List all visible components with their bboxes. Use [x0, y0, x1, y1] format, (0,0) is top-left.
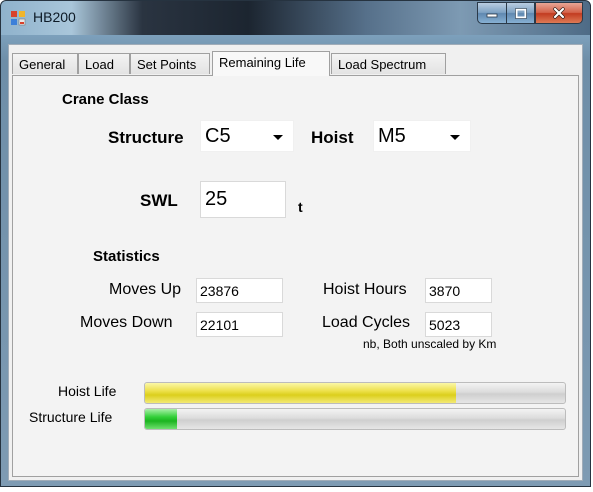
swl-unit: t	[298, 199, 303, 215]
tab-load-spectrum[interactable]: Load Spectrum	[331, 53, 446, 74]
window-title: HB200	[33, 9, 76, 25]
moves-down-field: 22101	[196, 312, 283, 337]
tab-label: Set Points	[137, 57, 197, 72]
close-icon	[553, 7, 565, 19]
swl-label: SWL	[140, 191, 178, 210]
crane-class-heading: Crane Class	[62, 91, 149, 108]
window-controls	[477, 2, 583, 24]
load-cycles-label: Load Cycles	[322, 314, 411, 331]
close-button[interactable]	[535, 2, 583, 24]
swl-value: 25	[205, 188, 228, 210]
hoist-label: Hoist	[311, 128, 354, 147]
tab-load[interactable]: Load	[78, 53, 130, 74]
hoist-life-fill	[145, 383, 456, 403]
hoist-hours-label: Hoist Hours	[323, 281, 407, 298]
tab-label: Load	[85, 57, 114, 72]
moves-up-field: 23876	[196, 278, 283, 303]
app-icon	[11, 11, 26, 26]
swl-input[interactable]: 25	[200, 181, 286, 218]
tab-general[interactable]: General	[12, 53, 78, 74]
moves-down-label: Moves Down	[80, 314, 173, 331]
chevron-down-icon	[450, 135, 460, 140]
hoist-life-label: Hoist Life	[58, 383, 117, 399]
tab-label: General	[19, 57, 66, 72]
structure-life-fill	[145, 409, 177, 429]
client-area: General Load Set Points Remaining Life L…	[8, 44, 583, 481]
statistics-note: nb, Both unscaled by Km	[363, 337, 497, 351]
tab-set-points[interactable]: Set Points	[130, 53, 210, 74]
statistics-heading: Statistics	[93, 248, 160, 265]
tab-strip: General Load Set Points Remaining Life L…	[12, 51, 579, 76]
minimize-icon	[486, 13, 498, 18]
minimize-button[interactable]	[477, 2, 506, 24]
load-cycles-field: 5023	[425, 312, 492, 337]
structure-class-select[interactable]: C5	[200, 120, 294, 152]
hoist-hours-value: 3870	[429, 283, 461, 299]
hoist-life-progress-bar	[144, 382, 566, 404]
moves-up-label: Moves Up	[109, 281, 182, 298]
tab-remaining-life[interactable]: Remaining Life	[212, 51, 330, 76]
tab-label: Remaining Life	[219, 55, 306, 70]
tab-label: Load Spectrum	[338, 57, 427, 72]
structure-life-label: Structure Life	[29, 409, 113, 425]
structure-label: Structure	[108, 128, 184, 147]
chevron-down-icon	[273, 135, 283, 140]
maximize-icon	[514, 7, 527, 19]
hoist-class-value: M5	[378, 125, 406, 147]
app-window: HB200 General Load Set Points Remaining …	[0, 0, 591, 487]
title-bar[interactable]: HB200	[1, 1, 590, 35]
structure-class-value: C5	[205, 125, 231, 147]
hoist-hours-field: 3870	[425, 278, 492, 303]
remaining-life-panel: Crane Class Structure C5 Hoist M5 SWL 25…	[12, 75, 579, 477]
load-cycles-value: 5023	[429, 317, 461, 333]
maximize-button[interactable]	[506, 2, 535, 24]
structure-life-progress-bar	[144, 408, 566, 430]
hoist-class-select[interactable]: M5	[373, 120, 471, 152]
moves-down-value: 22101	[200, 317, 239, 333]
moves-up-value: 23876	[200, 283, 239, 299]
